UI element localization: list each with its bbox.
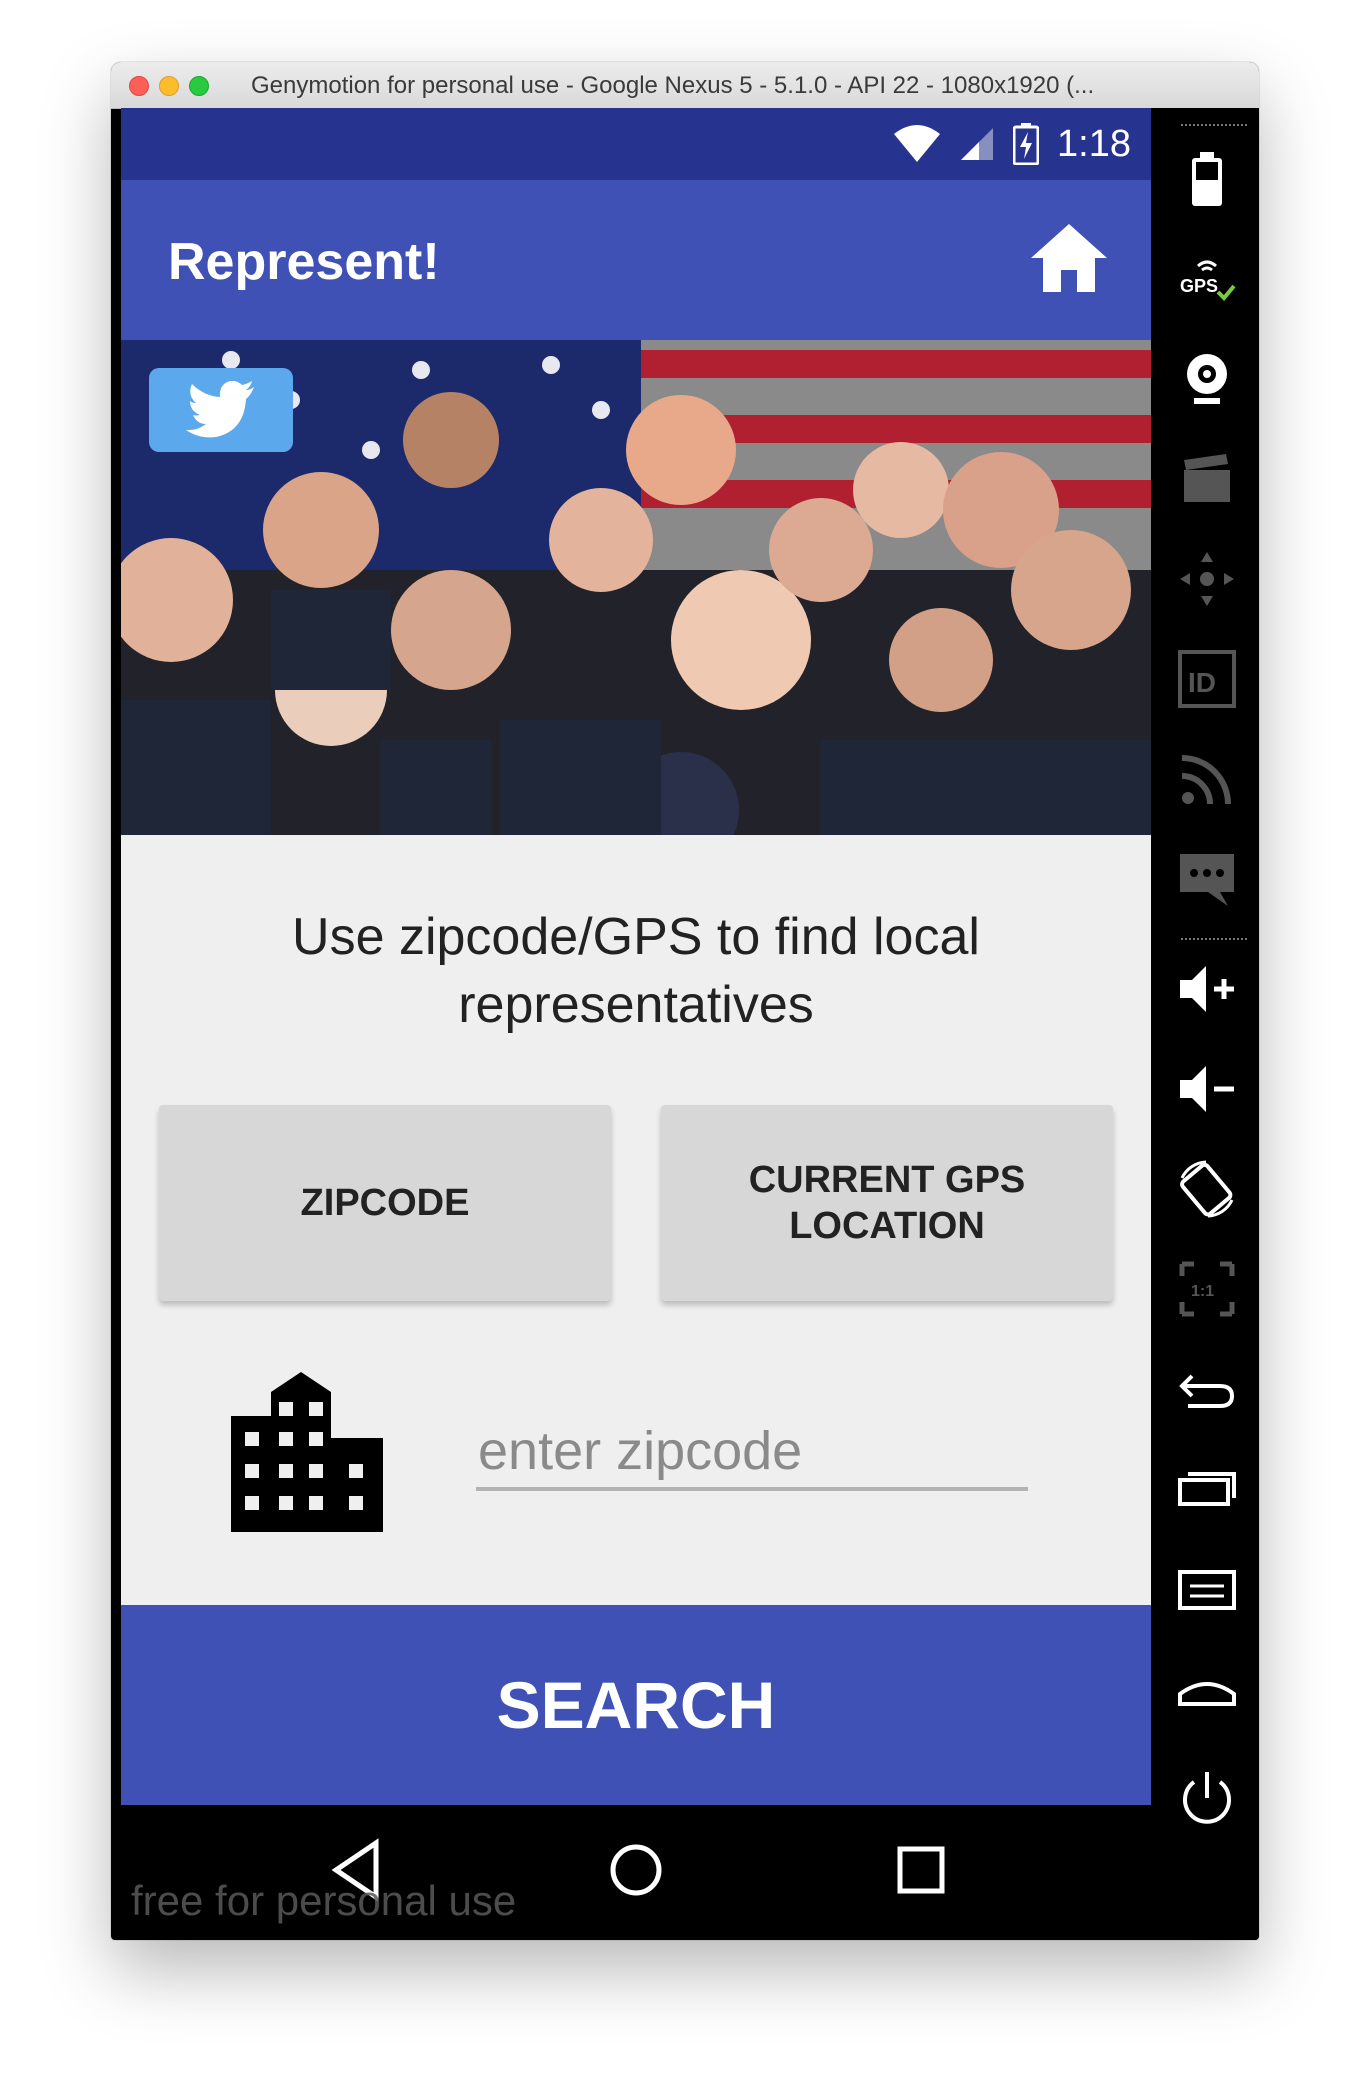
status-clock: 1:18 <box>1057 122 1131 165</box>
zipcode-button[interactable]: ZIPCODE <box>159 1105 611 1301</box>
current-gps-location-label: CURRENT GPS LOCATION <box>748 1159 1026 1247</box>
android-home-icon[interactable] <box>1176 1658 1238 1720</box>
home-icon[interactable] <box>1027 220 1111 296</box>
toolbar-divider <box>1181 938 1247 942</box>
wifi-icon <box>894 125 941 162</box>
dpad-icon[interactable] <box>1176 548 1238 610</box>
emulator-toolbar: GPS ID 1:1 <box>1151 108 1259 1940</box>
current-gps-location-button[interactable]: CURRENT GPS LOCATION <box>661 1105 1113 1301</box>
minimize-window-button[interactable] <box>159 76 179 96</box>
battery-control-icon[interactable] <box>1176 148 1238 210</box>
watermark-text: free for personal use <box>131 1877 517 1924</box>
window-title: Genymotion for personal use - Google Nex… <box>251 72 1095 99</box>
main-content: Use zipcode/GPS to find local representa… <box>121 835 1151 1605</box>
sms-icon[interactable] <box>1176 848 1238 910</box>
id-label: ID <box>1188 667 1216 698</box>
screencast-icon[interactable] <box>1176 448 1238 510</box>
emulator-window: Genymotion for personal use - Google Nex… <box>111 62 1259 1940</box>
recents-icon[interactable] <box>886 1835 956 1905</box>
battery-icon <box>1013 123 1040 165</box>
gps-label: GPS <box>1180 276 1218 296</box>
app-bar: Represent! <box>121 180 1151 340</box>
menu-icon[interactable] <box>1176 1558 1238 1620</box>
volume-up-icon[interactable] <box>1176 958 1238 1020</box>
recent-apps-icon[interactable] <box>1176 1458 1238 1520</box>
home-nav-icon[interactable] <box>601 1835 671 1905</box>
volume-down-icon[interactable] <box>1176 1058 1238 1120</box>
device-id-icon[interactable]: ID <box>1176 648 1238 710</box>
app-title: Represent! <box>168 233 440 291</box>
twitter-icon <box>186 381 254 438</box>
power-icon[interactable] <box>1176 1768 1238 1830</box>
candidates-banner-image <box>121 340 1151 835</box>
toolbar-divider <box>1181 124 1247 128</box>
search-button[interactable]: SEARCH <box>121 1605 1151 1805</box>
close-window-button[interactable] <box>129 76 149 96</box>
back-button-icon[interactable] <box>1176 1358 1238 1420</box>
signal-icon <box>961 128 994 160</box>
window-titlebar: Genymotion for personal use - Google Nex… <box>111 62 1259 109</box>
android-screen: 1:18 Represent! Use zipcode/GPS to find … <box>121 108 1151 1940</box>
instruction-text: Use zipcode/GPS to find local representa… <box>292 908 980 1034</box>
twitter-button[interactable] <box>149 368 293 452</box>
rotate-icon[interactable] <box>1176 1158 1238 1220</box>
zipcode-input[interactable] <box>476 1415 1028 1491</box>
maximize-window-button[interactable] <box>189 76 209 96</box>
scale-label: 1:1 <box>1191 1283 1214 1300</box>
webcam-icon[interactable] <box>1176 348 1238 410</box>
android-nav-bar: free for personal use <box>121 1805 1151 1940</box>
pixel-perfect-icon[interactable]: 1:1 <box>1176 1258 1238 1320</box>
rss-icon[interactable] <box>1176 748 1238 810</box>
gps-control-icon[interactable]: GPS <box>1176 248 1238 310</box>
building-icon <box>231 1372 383 1532</box>
status-bar: 1:18 <box>121 108 1151 180</box>
